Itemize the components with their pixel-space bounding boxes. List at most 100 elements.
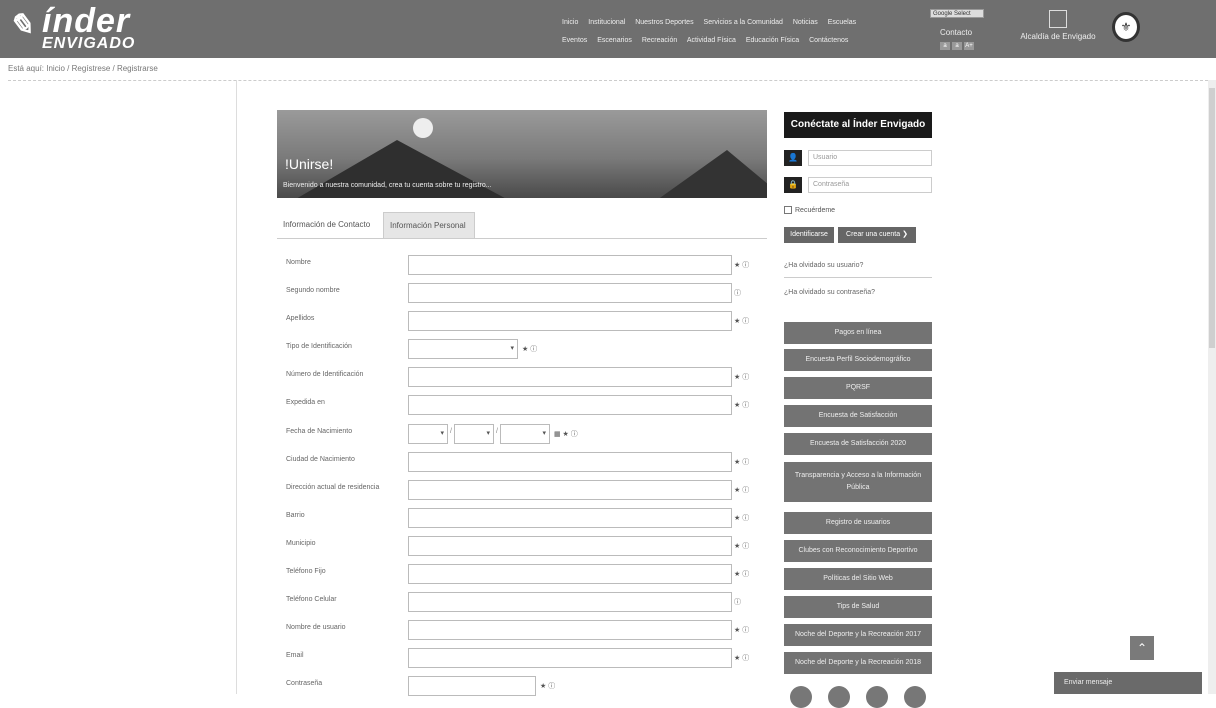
sidebar-item-pqrsf[interactable]: PQRSF [784, 377, 932, 399]
sidebar-item-noche-2018[interactable]: Noche del Deporte y la Recreación 2018 [784, 652, 932, 674]
contact-link[interactable]: Contacto [940, 28, 972, 37]
social-icon[interactable] [866, 686, 888, 708]
font-reset-button[interactable]: a [952, 42, 962, 50]
required-info-icon: ★ ⓘ [734, 655, 750, 662]
nav-item[interactable]: Institucional [588, 19, 625, 26]
field-label: Teléfono Celular [286, 596, 337, 603]
sidebar-item-encuesta-satisfaccion[interactable]: Encuesta de Satisfacción [784, 405, 932, 427]
font-decrease-button[interactable]: a [940, 42, 950, 50]
field-label: Municipio [286, 540, 316, 547]
forgot-username-link[interactable]: ¿Ha olvidado su usuario? [784, 262, 863, 269]
banner-title: !Unirse! [285, 156, 334, 172]
nav-item[interactable]: Escuelas [828, 19, 856, 26]
social-icon[interactable] [904, 686, 926, 708]
scrollbar-thumb[interactable] [1209, 88, 1215, 348]
sidebar-item-noche-2017[interactable]: Noche del Deporte y la Recreación 2017 [784, 624, 932, 646]
contrasena-input[interactable] [408, 676, 536, 696]
remember-label: Recuérdeme [795, 206, 836, 214]
language-select[interactable]: Google Select [930, 9, 984, 18]
page-banner: !Unirse! Bienvenido a nuestra comunidad,… [277, 110, 767, 198]
sidebar-item-clubes[interactable]: Clubes con Reconocimiento Deportivo [784, 540, 932, 562]
direccion-input[interactable] [408, 480, 732, 500]
coat-of-arms-icon[interactable]: ⚜ [1112, 12, 1140, 42]
required-info-icon: ★ ⓘ [734, 515, 750, 522]
form-row-direccion: Dirección actual de residencia ★ ⓘ [286, 480, 766, 502]
nav-item[interactable]: Actividad Física [687, 37, 736, 44]
telefono-celular-input[interactable] [408, 592, 732, 612]
email-input[interactable] [408, 648, 732, 668]
nav-item[interactable]: Eventos [562, 37, 587, 44]
sidebar-item-pagos[interactable]: Pagos en línea [784, 322, 932, 344]
sidebar-item-politicas[interactable]: Políticas del Sitio Web [784, 568, 932, 590]
scroll-top-icon[interactable]: ⌃ [1130, 636, 1154, 660]
nav-item[interactable]: Escenarios [597, 37, 632, 44]
nombre-input[interactable] [408, 255, 732, 275]
form-row-fecha-nacimiento: Fecha de Nacimiento ▾ / ▾ / ▾ ▦ ★ ⓘ [286, 424, 766, 446]
expedida-input[interactable] [408, 395, 732, 415]
tab-contact-info[interactable]: Información de Contacto [277, 212, 381, 238]
social-icon[interactable] [828, 686, 850, 708]
alcaldia-link[interactable]: Alcaldía de Envigado [1016, 10, 1100, 46]
field-label: Barrio [286, 512, 305, 519]
create-account-button[interactable]: Crear una cuenta ❯ [838, 227, 916, 243]
remember-checkbox[interactable] [784, 206, 792, 214]
field-label: Dirección actual de residencia [286, 484, 380, 491]
apellidos-input[interactable] [408, 311, 732, 331]
ciudad-input[interactable] [408, 452, 732, 472]
field-label: Tipo de Identificación [286, 343, 352, 350]
month-select[interactable]: ▾ [454, 424, 494, 444]
social-icon[interactable] [790, 686, 812, 708]
sidebar-item-registro[interactable]: Registro de usuarios [784, 512, 932, 534]
info-icon: ⓘ [734, 290, 741, 297]
remember-me[interactable]: Recuérdeme [784, 206, 835, 214]
tab-personal-info[interactable]: Información Personal [383, 212, 475, 238]
form-row-barrio: Barrio ★ ⓘ [286, 508, 766, 530]
segundo-nombre-input[interactable] [408, 283, 732, 303]
alcaldia-label: Alcaldía de Envigado [1020, 32, 1096, 41]
nav-item[interactable]: Recreación [642, 37, 677, 44]
sidebar-item-encuesta-perfil[interactable]: Encuesta Perfil Sociodemográfico [784, 349, 932, 371]
form-row-tipo-id: Tipo de Identificación ▾ ★ ⓘ [286, 339, 766, 361]
required-info-icon: ★ ⓘ [734, 487, 750, 494]
sidebar-item-tips-salud[interactable]: Tips de Salud [784, 596, 932, 618]
usuario-input[interactable] [408, 620, 732, 640]
divider [236, 80, 237, 694]
username-field: 👤 Usuario [784, 150, 932, 166]
nav-item[interactable]: Servicios a la Comunidad [704, 19, 783, 26]
municipio-input[interactable] [408, 536, 732, 556]
sun-decoration [413, 118, 433, 138]
barrio-input[interactable] [408, 508, 732, 528]
day-select[interactable]: ▾ [408, 424, 448, 444]
sidebar-item-encuesta-2020[interactable]: Encuesta de Satisfacción 2020 [784, 433, 932, 455]
chat-widget[interactable]: Enviar mensaje [1054, 672, 1202, 694]
password-input[interactable]: Contraseña [808, 177, 932, 193]
calendar-icon[interactable]: ▦ ★ ⓘ [554, 429, 578, 439]
year-select[interactable]: ▾ [500, 424, 550, 444]
nav-item[interactable]: Educación Física [746, 37, 799, 44]
telefono-fijo-input[interactable] [408, 564, 732, 584]
nav-item[interactable]: Nuestros Deportes [635, 19, 693, 26]
form-row-apellidos: Apellidos ★ ⓘ [286, 311, 766, 333]
sidebar-item-transparencia[interactable]: Transparencia y Acceso a la Información … [784, 462, 932, 502]
forgot-password-link[interactable]: ¿Ha olvidado su contraseña? [784, 289, 875, 296]
font-increase-button[interactable]: A+ [964, 42, 974, 50]
form-row-numero-id: Número de Identificación ★ ⓘ [286, 367, 766, 389]
date-separator: / [496, 428, 498, 435]
required-info-icon: ★ ⓘ [734, 571, 750, 578]
tipo-id-select[interactable]: ▾ [408, 339, 518, 359]
numero-id-input[interactable] [408, 367, 732, 387]
nav-item[interactable]: Contáctenos [809, 37, 848, 44]
social-icons [790, 686, 926, 708]
login-button[interactable]: Identificarse [784, 227, 834, 243]
username-input[interactable]: Usuario [808, 150, 932, 166]
form-row-nombre: Nombre ★ ⓘ [286, 255, 766, 277]
scrollbar[interactable] [1208, 80, 1216, 694]
lock-icon: 🔒 [784, 177, 802, 193]
inder-logo[interactable]: ✎ índer ENVIGADO [8, 2, 148, 54]
login-title: Conéctate al Índer Envigado [784, 112, 932, 138]
divider [784, 277, 932, 278]
field-label: Contraseña [286, 680, 323, 687]
nav-item[interactable]: Inicio [562, 19, 578, 26]
nav-item[interactable]: Noticias [793, 19, 818, 26]
field-label: Fecha de Nacimiento [286, 428, 353, 435]
